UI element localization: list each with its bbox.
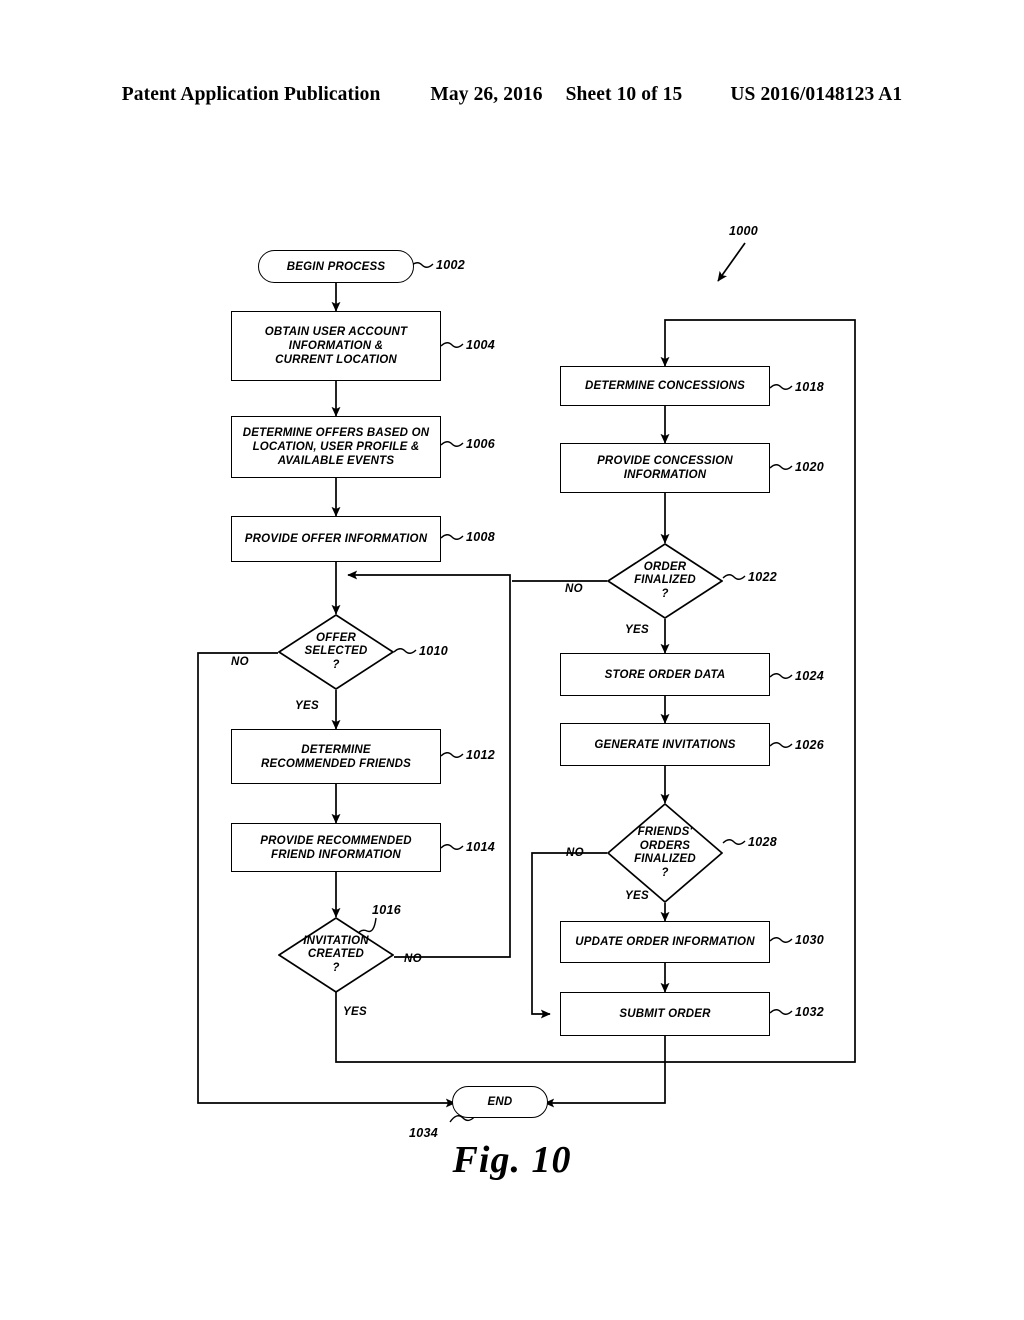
ref-1032: 1032	[795, 1005, 825, 1019]
node-label: GENERATE INVITATIONS	[594, 738, 736, 751]
node-label-line-1: DETERMINE	[301, 743, 371, 756]
branch-label-1016-no: NO	[404, 953, 422, 965]
node-provide-recommended-friend-information: PROVIDE RECOMMENDED FRIEND INFORMATION	[231, 823, 441, 872]
figure-caption: Fig. 10	[452, 1139, 572, 1181]
ref-1016: 1016	[372, 903, 402, 917]
ref-1028: 1028	[748, 835, 778, 849]
ref-1018: 1018	[795, 380, 825, 394]
flowchart-connectors	[197, 242, 856, 1123]
branch-label-1016-yes: YES	[343, 1006, 367, 1018]
branch-label-1028-no: NO	[566, 847, 584, 859]
node-invitation-created-decision: INVITATION CREATED ?	[278, 917, 394, 993]
node-submit-order: SUBMIT ORDER	[560, 992, 770, 1036]
node-end: END	[452, 1086, 548, 1118]
node-label: END	[487, 1096, 513, 1108]
ref-1014: 1014	[466, 840, 496, 854]
node-label-line-1: OBTAIN USER ACCOUNT	[264, 326, 408, 338]
ref-1022: 1022	[748, 570, 778, 584]
branch-label-1022-no: NO	[565, 583, 583, 595]
node-determine-recommended-friends: DETERMINE RECOMMENDED FRIENDS	[231, 729, 441, 784]
node-order-finalized-decision: ORDER FINALIZED ?	[607, 543, 723, 619]
node-begin-process: BEGIN PROCESS	[258, 250, 414, 283]
node-label-line-2: RECOMMENDED FRIENDS	[260, 757, 412, 770]
node-label: SUBMIT ORDER	[619, 1008, 711, 1020]
node-label-line-2: LOCATION, USER PROFILE &	[252, 441, 420, 453]
node-label-line-1: DETERMINE OFFERS BASED ON	[242, 427, 430, 439]
ref-1010: 1010	[419, 644, 449, 658]
node-provide-concession-information: PROVIDE CONCESSION INFORMATION	[560, 443, 770, 493]
ref-1026: 1026	[795, 738, 825, 752]
node-label-line-2: FRIEND INFORMATION	[271, 848, 401, 861]
node-obtain-user-account-information: OBTAIN USER ACCOUNT INFORMATION & CURREN…	[231, 311, 441, 381]
node-determine-offers: DETERMINE OFFERS BASED ON LOCATION, USER…	[231, 416, 441, 478]
node-label: PROVIDE OFFER INFORMATION	[244, 533, 428, 545]
node-label: UPDATE ORDER INFORMATION	[575, 936, 755, 948]
node-label-line-1: PROVIDE RECOMMENDED	[260, 834, 412, 847]
ref-1002: 1002	[436, 258, 466, 272]
node-label-line-1: PROVIDE CONCESSION	[597, 455, 733, 467]
node-label-line-2: INFORMATION &	[288, 340, 384, 352]
node-provide-offer-information: PROVIDE OFFER INFORMATION	[231, 516, 441, 562]
ref-1020: 1020	[795, 460, 825, 474]
node-label-line-2: INFORMATION	[623, 469, 707, 481]
node-label-line-3: CURRENT LOCATION	[275, 354, 397, 366]
node-determine-concessions: DETERMINE CONCESSIONS	[560, 366, 770, 406]
node-label-line-3: AVAILABLE EVENTS	[277, 455, 395, 467]
branch-label-1010-no: NO	[231, 656, 249, 668]
node-store-order-data: STORE ORDER DATA	[560, 653, 770, 696]
node-friends-orders-finalized-decision: FRIENDS' ORDERS FINALIZED ?	[607, 803, 723, 903]
node-label: STORE ORDER DATA	[604, 668, 726, 681]
ref-1030: 1030	[795, 933, 825, 947]
branch-label-1010-yes: YES	[295, 700, 319, 712]
patent-figure-page: Patent Application Publication May 26, 2…	[0, 0, 1024, 1320]
ref-1004: 1004	[466, 338, 496, 352]
node-offer-selected-decision: OFFER SELECTED ?	[278, 614, 394, 690]
branch-label-1028-yes: YES	[625, 890, 649, 902]
ref-1006: 1006	[466, 437, 496, 451]
ref-1008: 1008	[466, 530, 496, 544]
ref-1024: 1024	[795, 669, 825, 683]
node-label: BEGIN PROCESS	[286, 260, 386, 273]
node-generate-invitations: GENERATE INVITATIONS	[560, 723, 770, 766]
node-label: DETERMINE CONCESSIONS	[584, 380, 746, 392]
ref-1012: 1012	[466, 748, 496, 762]
branch-label-1022-yes: YES	[625, 624, 649, 636]
ref-1000-diagram: 1000	[729, 224, 759, 238]
node-update-order-information: UPDATE ORDER INFORMATION	[560, 921, 770, 963]
